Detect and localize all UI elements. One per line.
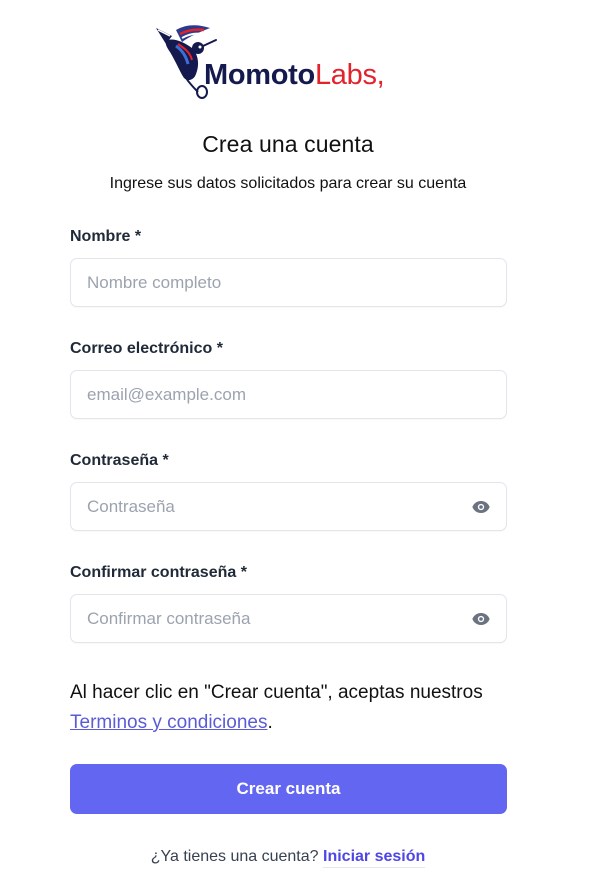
terms-suffix: . (267, 712, 273, 733)
signup-page: MomotoLabs, Crea una cuenta Ingrese sus … (0, 0, 610, 881)
email-field-box (70, 370, 507, 419)
brand-wordmark: MomotoLabs, (204, 59, 385, 91)
signin-question: ¿Ya tienes una cuenta? (150, 848, 319, 865)
password-input[interactable] (71, 483, 506, 530)
brand-name-dark: Momoto (204, 59, 315, 91)
password-label: Contraseña * (70, 452, 169, 469)
confirm-password-field-box (70, 594, 507, 643)
name-input[interactable] (71, 259, 506, 306)
brand-name-red: Labs, (314, 59, 385, 91)
eye-icon[interactable] (472, 499, 490, 515)
terms-link[interactable]: Terminos y condiciones (70, 712, 267, 733)
name-label: Nombre * (70, 228, 142, 245)
create-account-button[interactable]: Crear cuenta (70, 764, 507, 814)
email-input[interactable] (71, 371, 506, 418)
terms-prefix: Al hacer clic en "Crear cuenta", aceptas… (70, 682, 483, 703)
page-subtitle: Ingrese sus datos solicitados para crear… (109, 175, 467, 192)
eye-icon[interactable] (472, 611, 490, 627)
name-field-box (70, 258, 507, 307)
confirm-password-label: Confirmar contraseña * (70, 564, 247, 581)
confirm-password-input[interactable] (71, 595, 506, 642)
signin-prompt: ¿Ya tienes una cuenta? Iniciar sesión (0, 848, 576, 868)
signin-link[interactable]: Iniciar sesión (323, 848, 426, 868)
brand-logo: MomotoLabs, (154, 22, 434, 102)
page-title: Crea una cuenta (202, 131, 374, 157)
terms-text: Al hacer clic en "Crear cuenta", aceptas… (70, 678, 530, 738)
password-field-box (70, 482, 507, 531)
email-label: Correo electrónico * (70, 340, 223, 357)
